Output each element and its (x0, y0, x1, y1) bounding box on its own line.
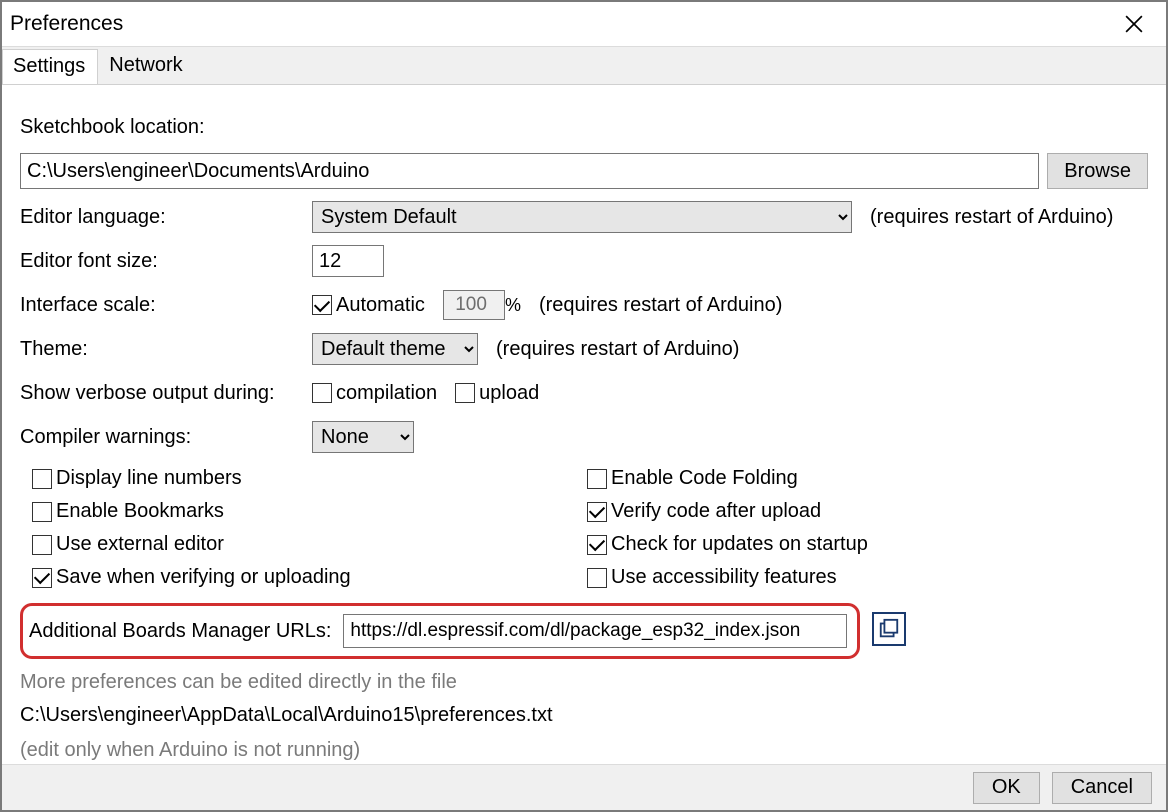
verbose-label: Show verbose output during: (20, 382, 312, 405)
checkbox-icon (587, 469, 607, 489)
warnings-select[interactable]: None (312, 421, 414, 453)
checkbox-icon (455, 383, 475, 403)
warnings-label: Compiler warnings: (20, 426, 312, 449)
more-prefs-hint: More preferences can be edited directly … (20, 671, 1148, 694)
close-icon[interactable] (1110, 4, 1158, 44)
prefs-file-path[interactable]: C:\Users\engineer\AppData\Local\Arduino1… (20, 704, 1148, 727)
check-updates-checkbox[interactable]: Check for updates on startup (587, 533, 868, 556)
theme-hint: (requires restart of Arduino) (496, 338, 739, 361)
checkbox-icon (32, 568, 52, 588)
browse-button[interactable]: Browse (1047, 153, 1148, 189)
verbose-upload-checkbox[interactable]: upload (455, 382, 539, 405)
checkbox-icon (312, 383, 332, 403)
expand-urls-icon[interactable] (872, 612, 906, 646)
scale-value-input[interactable] (443, 290, 505, 320)
tab-settings[interactable]: Settings (2, 49, 98, 85)
language-hint: (requires restart of Arduino) (870, 206, 1113, 229)
enable-code-folding-checkbox[interactable]: Enable Code Folding (587, 467, 798, 490)
settings-panel: Sketchbook location: Browse Editor langu… (2, 84, 1166, 764)
checkbox-icon (587, 568, 607, 588)
fontsize-label: Editor font size: (20, 250, 312, 273)
checkbox-icon (32, 469, 52, 489)
checkbox-icon (32, 502, 52, 522)
use-external-editor-checkbox[interactable]: Use external editor (32, 533, 224, 556)
theme-label: Theme: (20, 338, 312, 361)
ok-button[interactable]: OK (973, 772, 1040, 804)
checkbox-icon (32, 535, 52, 555)
checkbox-icon (587, 502, 607, 522)
fontsize-input[interactable] (312, 245, 384, 277)
scale-hint: (requires restart of Arduino) (539, 294, 782, 317)
boards-urls-label: Additional Boards Manager URLs: (29, 620, 331, 643)
language-label: Editor language: (20, 206, 312, 229)
verbose-compilation-checkbox[interactable]: compilation (312, 382, 437, 405)
sketchbook-input[interactable] (20, 153, 1039, 189)
accessibility-checkbox[interactable]: Use accessibility features (587, 566, 837, 589)
save-when-verifying-checkbox[interactable]: Save when verifying or uploading (32, 566, 351, 589)
window-title: Preferences (10, 12, 123, 36)
preferences-window: Preferences Settings Network Sketchbook … (0, 0, 1168, 812)
boards-urls-highlight: Additional Boards Manager URLs: (20, 603, 860, 659)
tab-network[interactable]: Network (98, 48, 195, 84)
dialog-footer: OK Cancel (2, 764, 1166, 810)
percent-label: % (505, 295, 521, 316)
verify-after-upload-checkbox[interactable]: Verify code after upload (587, 500, 821, 523)
edit-only-hint: (edit only when Arduino is not running) (20, 739, 1148, 762)
checkbox-icon (312, 295, 332, 315)
scale-automatic-checkbox[interactable]: Automatic (312, 294, 425, 317)
titlebar: Preferences (2, 2, 1166, 46)
boards-urls-input[interactable] (343, 614, 847, 648)
sketchbook-label: Sketchbook location: (20, 116, 312, 139)
theme-select[interactable]: Default theme (312, 333, 478, 365)
checkbox-icon (587, 535, 607, 555)
language-select[interactable]: System Default (312, 201, 852, 233)
cancel-button[interactable]: Cancel (1052, 772, 1152, 804)
scale-label: Interface scale: (20, 294, 312, 317)
display-line-numbers-checkbox[interactable]: Display line numbers (32, 467, 242, 490)
tabbar: Settings Network (2, 46, 1166, 84)
enable-bookmarks-checkbox[interactable]: Enable Bookmarks (32, 500, 224, 523)
